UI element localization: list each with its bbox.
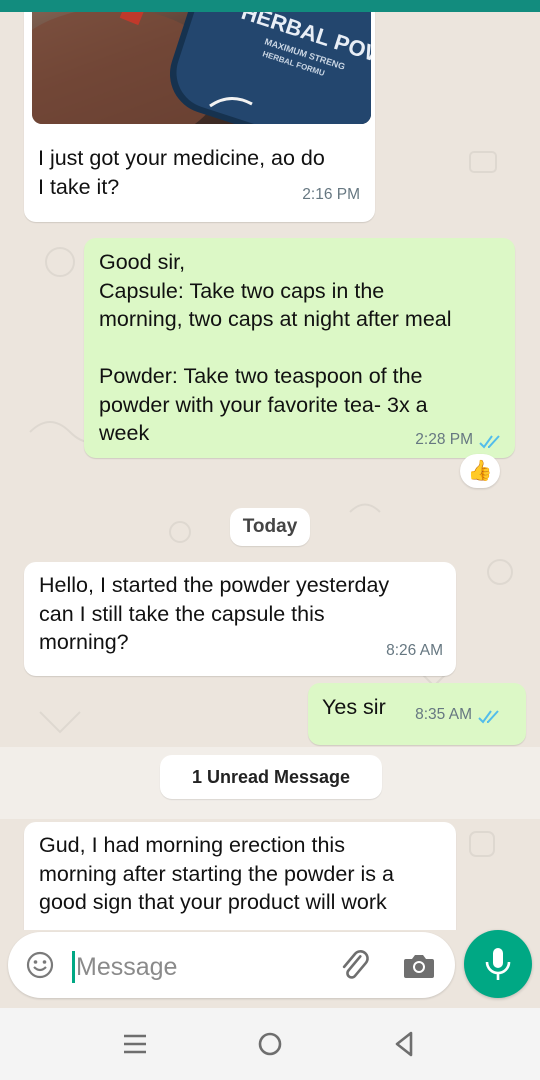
- message-composer[interactable]: Message: [8, 932, 455, 998]
- message-text: Yes sir: [322, 695, 386, 719]
- message-input[interactable]: Message: [76, 951, 177, 983]
- date-separator-text: Today: [242, 516, 298, 537]
- header-bar: [0, 0, 540, 12]
- home-icon[interactable]: [256, 1030, 284, 1058]
- chat-area[interactable]: HERBAL POW MAXIMUM STRENG HERBAL FORMU I…: [0, 12, 540, 930]
- message-time: 2:28 PM: [415, 431, 473, 448]
- reaction-badge[interactable]: 👍: [460, 454, 500, 488]
- back-icon[interactable]: [392, 1030, 416, 1058]
- message-image[interactable]: HERBAL POW MAXIMUM STRENG HERBAL FORMU: [32, 12, 371, 124]
- read-ticks-icon: [478, 710, 499, 724]
- message-time: 2:16 PM: [302, 186, 360, 203]
- message-text: Good sir, Capsule: Take two caps in the …: [99, 250, 452, 445]
- message-incoming-3[interactable]: Gud, I had morning erection this morning…: [24, 822, 456, 930]
- date-separator: Today: [230, 508, 310, 546]
- message-text: Gud, I had morning erection this morning…: [39, 833, 394, 914]
- message-time: 8:26 AM: [386, 642, 443, 659]
- emoji-icon[interactable]: [25, 950, 55, 980]
- read-ticks-icon: [479, 435, 500, 449]
- unread-banner-text: 1 Unread Message: [191, 767, 351, 787]
- message-incoming-1[interactable]: HERBAL POW MAXIMUM STRENG HERBAL FORMU I…: [24, 12, 375, 222]
- text-cursor: [72, 951, 75, 983]
- voice-record-button[interactable]: [464, 930, 532, 998]
- thumbs-up-icon: 👍: [467, 460, 493, 482]
- unread-banner: 1 Unread Message: [0, 747, 540, 819]
- attach-icon[interactable]: [337, 948, 371, 982]
- unread-pill: 1 Unread Message: [160, 755, 382, 799]
- message-time: 8:35 AM: [415, 706, 472, 723]
- mic-icon: [485, 948, 511, 980]
- message-incoming-2[interactable]: Hello, I started the powder yesterday ca…: [24, 562, 456, 676]
- system-nav-bar: [0, 1008, 540, 1080]
- message-outgoing-1[interactable]: Good sir, Capsule: Take two caps in the …: [84, 238, 515, 458]
- camera-icon[interactable]: [402, 951, 436, 981]
- recents-icon[interactable]: [121, 1032, 149, 1056]
- message-outgoing-2[interactable]: Yes sir 8:35 AM: [308, 683, 526, 745]
